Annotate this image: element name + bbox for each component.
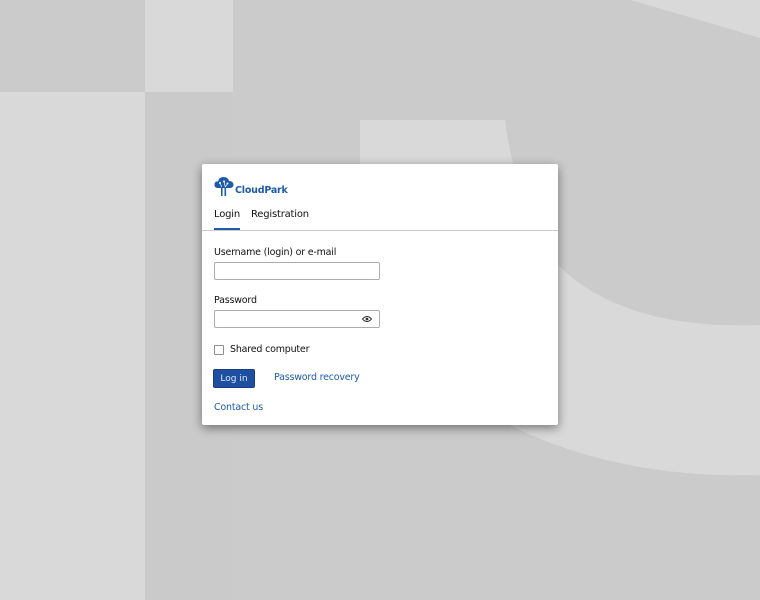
- shared-computer-checkbox[interactable]: [214, 344, 224, 355]
- shared-computer-label[interactable]: Shared computer: [230, 344, 309, 355]
- cloud-logo-icon: [214, 177, 234, 196]
- cloudpark-logo: CloudPark: [214, 175, 288, 197]
- tabs-divider: [202, 230, 558, 231]
- password-label: Password: [214, 295, 257, 306]
- brand-name: CloudPark: [235, 185, 288, 196]
- login-button[interactable]: Log in: [213, 369, 255, 388]
- username-input[interactable]: [215, 268, 379, 284]
- password-field-box: [214, 310, 380, 332]
- password-input[interactable]: [215, 316, 379, 332]
- contact-us-link[interactable]: Contact us: [214, 402, 263, 413]
- shared-computer-row: Shared computer: [214, 344, 309, 355]
- username-field-box: [214, 262, 380, 284]
- auth-tabs: Login Registration: [214, 209, 309, 230]
- tab-login[interactable]: Login: [214, 209, 240, 230]
- eye-icon[interactable]: [362, 315, 372, 323]
- password-recovery-link[interactable]: Password recovery: [274, 372, 360, 383]
- username-label: Username (login) or e-mail: [214, 247, 337, 258]
- login-card: CloudPark Login Registration Username (l…: [202, 164, 558, 425]
- tab-registration[interactable]: Registration: [251, 209, 309, 230]
